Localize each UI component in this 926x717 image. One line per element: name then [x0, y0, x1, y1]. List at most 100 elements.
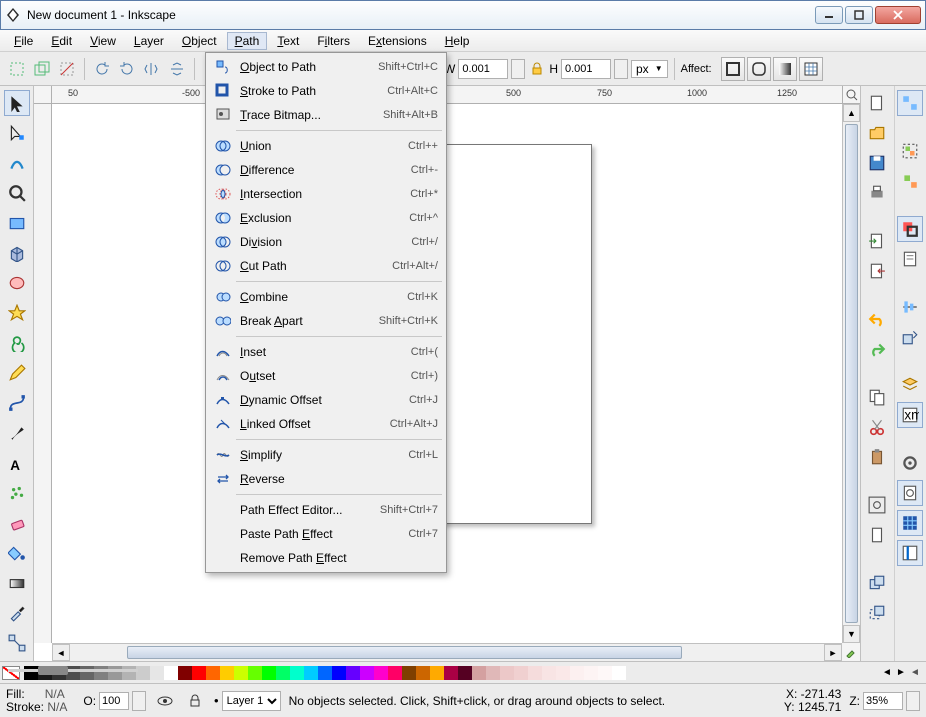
- calligraphy-tool[interactable]: [4, 420, 30, 446]
- color-swatch[interactable]: [584, 666, 598, 680]
- menu-item-simplify[interactable]: SimplifyCtrl+L: [208, 443, 444, 467]
- scroll-right-button[interactable]: ►: [824, 644, 842, 661]
- save-icon[interactable]: [864, 150, 890, 176]
- copy-icon[interactable]: [864, 384, 890, 410]
- zoom-page-icon[interactable]: [864, 522, 890, 548]
- menu-item-inset[interactable]: InsetCtrl+(: [208, 340, 444, 364]
- color-swatch[interactable]: [458, 666, 472, 680]
- prefs-icon[interactable]: [897, 450, 923, 476]
- connector-tool[interactable]: [4, 630, 30, 656]
- color-swatch[interactable]: [234, 666, 248, 680]
- paste-icon[interactable]: [864, 444, 890, 470]
- color-swatch[interactable]: [612, 666, 626, 680]
- bezier-tool[interactable]: [4, 390, 30, 416]
- lock-aspect-button[interactable]: [528, 60, 546, 78]
- open-icon[interactable]: [864, 120, 890, 146]
- menu-item-division[interactable]: DivisionCtrl+/: [208, 230, 444, 254]
- star-tool[interactable]: [4, 300, 30, 326]
- affect-gradient-button[interactable]: [773, 57, 797, 81]
- color-swatch[interactable]: [514, 666, 528, 680]
- menu-item-break-apart[interactable]: Break ApartShift+Ctrl+K: [208, 309, 444, 333]
- node-tool[interactable]: [4, 120, 30, 146]
- tweak-tool[interactable]: [4, 150, 30, 176]
- rotate-cw-button[interactable]: [116, 58, 138, 80]
- palette-mini-scroll[interactable]: [8, 665, 138, 679]
- color-swatch[interactable]: [598, 666, 612, 680]
- stroke-value[interactable]: N/A: [47, 701, 75, 714]
- menu-item-path-effect-editor[interactable]: Path Effect Editor...Shift+Ctrl+7: [208, 498, 444, 522]
- gradient-tool[interactable]: [4, 570, 30, 596]
- new-doc-icon[interactable]: [864, 90, 890, 116]
- opacity-input[interactable]: [99, 692, 129, 710]
- color-swatch[interactable]: [542, 666, 556, 680]
- palette-scroll-right[interactable]: ►: [894, 667, 908, 678]
- redo-icon[interactable]: [864, 336, 890, 362]
- undo-icon[interactable]: [864, 306, 890, 332]
- menu-view[interactable]: View: [82, 32, 124, 50]
- color-swatch[interactable]: [416, 666, 430, 680]
- color-swatch[interactable]: [402, 666, 416, 680]
- spray-tool[interactable]: [4, 480, 30, 506]
- palette-menu-button[interactable]: ◄: [910, 667, 924, 678]
- selector-tool[interactable]: [4, 90, 30, 116]
- ruler-horizontal[interactable]: 50 -500 0 500 750 1000 1250: [52, 86, 842, 104]
- color-swatch[interactable]: [556, 666, 570, 680]
- ruler-vertical[interactable]: [34, 104, 52, 643]
- group-icon[interactable]: [897, 138, 923, 164]
- export-icon[interactable]: [864, 258, 890, 284]
- zoom-fit-icon[interactable]: [864, 492, 890, 518]
- menu-item-linked-offset[interactable]: Linked OffsetCtrl+Alt+J: [208, 412, 444, 436]
- transform-icon[interactable]: [897, 324, 923, 350]
- select-same-icon[interactable]: [897, 90, 923, 116]
- menu-help[interactable]: Help: [437, 32, 478, 50]
- fill-stroke-icon[interactable]: [897, 216, 923, 242]
- ungroup-icon[interactable]: [897, 168, 923, 194]
- color-swatch[interactable]: [164, 666, 178, 680]
- zoom-spinner[interactable]: [906, 691, 920, 711]
- deselect-button[interactable]: [56, 58, 78, 80]
- affect-stroke-button[interactable]: [721, 57, 745, 81]
- menu-item-stroke-to-path[interactable]: Stroke to PathCtrl+Alt+C: [208, 79, 444, 103]
- menu-item-remove-path-effect[interactable]: Remove Path Effect: [208, 546, 444, 570]
- scroll-h-thumb[interactable]: [127, 646, 682, 659]
- color-swatch[interactable]: [388, 666, 402, 680]
- color-swatch[interactable]: [248, 666, 262, 680]
- menu-path[interactable]: Path: [227, 32, 268, 50]
- dropper-tool[interactable]: [4, 600, 30, 626]
- scroll-left-button[interactable]: ◄: [52, 644, 70, 661]
- rotate-ccw-button[interactable]: [91, 58, 113, 80]
- canvas[interactable]: [52, 104, 842, 643]
- menu-item-object-to-path[interactable]: Object to PathShift+Ctrl+C: [208, 55, 444, 79]
- color-swatch[interactable]: [374, 666, 388, 680]
- color-swatch[interactable]: [444, 666, 458, 680]
- affect-pattern-button[interactable]: [799, 57, 823, 81]
- zoom-tool[interactable]: [4, 180, 30, 206]
- scroll-down-button[interactable]: ▼: [843, 625, 860, 643]
- menu-item-reverse[interactable]: Reverse: [208, 467, 444, 491]
- height-input[interactable]: [561, 59, 611, 79]
- menu-item-dynamic-offset[interactable]: Dynamic OffsetCtrl+J: [208, 388, 444, 412]
- color-swatch[interactable]: [430, 666, 444, 680]
- 3dbox-tool[interactable]: [4, 240, 30, 266]
- menu-item-intersection[interactable]: IntersectionCtrl+*: [208, 182, 444, 206]
- select-all-button[interactable]: [6, 58, 28, 80]
- menu-item-trace-bitmap[interactable]: Trace Bitmap...Shift+Alt+B: [208, 103, 444, 127]
- layer-selector[interactable]: Layer 1: [222, 691, 281, 711]
- color-picker-corner[interactable]: [842, 643, 860, 661]
- menu-layer[interactable]: Layer: [126, 32, 172, 50]
- zoom-input[interactable]: [863, 692, 903, 710]
- import-icon[interactable]: [864, 228, 890, 254]
- guides-icon[interactable]: [897, 540, 923, 566]
- fill-value[interactable]: N/A: [45, 688, 73, 701]
- color-swatch[interactable]: [206, 666, 220, 680]
- color-swatch[interactable]: [192, 666, 206, 680]
- color-swatch[interactable]: [290, 666, 304, 680]
- layer-lock-toggle[interactable]: [184, 690, 206, 712]
- scrollbar-vertical[interactable]: ▲ ▼: [842, 104, 860, 643]
- opacity-spinner[interactable]: [132, 691, 146, 711]
- menu-item-outset[interactable]: OutsetCtrl+): [208, 364, 444, 388]
- spiral-tool[interactable]: [4, 330, 30, 356]
- scroll-up-button[interactable]: ▲: [843, 104, 860, 122]
- ruler-origin[interactable]: [34, 86, 52, 104]
- color-swatch[interactable]: [150, 666, 164, 680]
